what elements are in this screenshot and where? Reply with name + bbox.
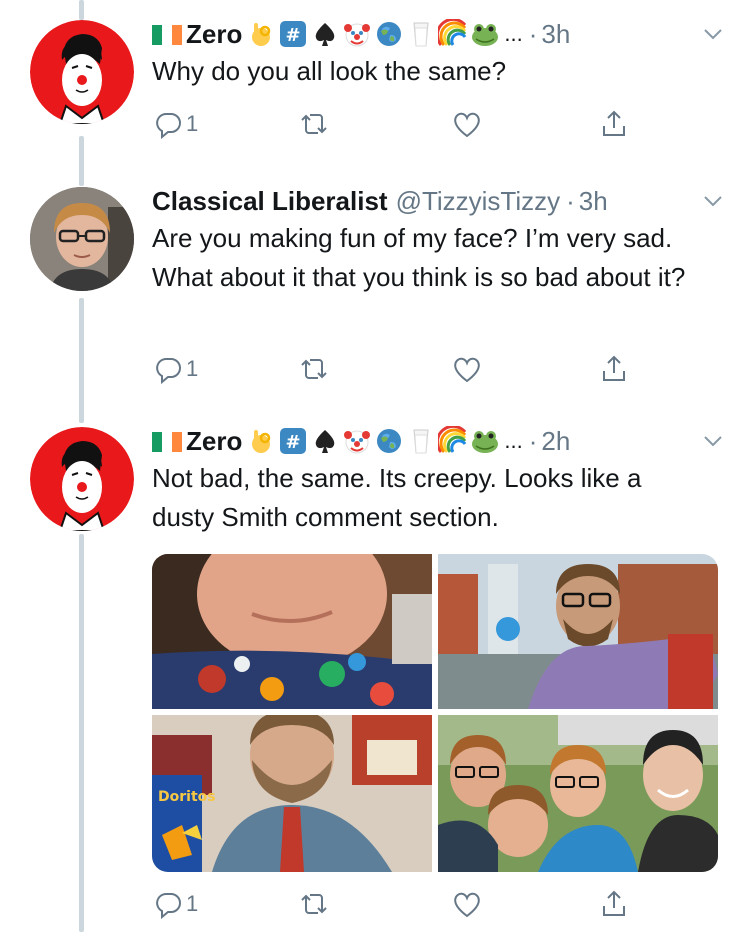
chevron-down-icon[interactable]: [700, 21, 726, 47]
heart-icon: [454, 357, 480, 383]
clown-emoji-icon: [342, 426, 372, 456]
spade-emoji-icon: [310, 426, 340, 456]
heart-icon: [454, 112, 480, 138]
display-name[interactable]: Classical Liberalist: [152, 183, 388, 219]
user-handle[interactable]: @TizzyisTizzy: [396, 183, 561, 219]
tweet-text: Not bad, the same. Its creepy. Looks lik…: [152, 463, 642, 532]
retweet-icon: [301, 359, 327, 379]
avatar[interactable]: [30, 187, 134, 291]
separator: ·: [528, 426, 538, 456]
separator: ·: [528, 19, 538, 49]
rainbow-emoji-icon: [438, 19, 468, 49]
frog-emoji-icon: [470, 19, 500, 49]
retweet-icon: [301, 114, 327, 134]
photo-3[interactable]: Doritos: [152, 715, 432, 872]
retweet-button[interactable]: [298, 349, 330, 389]
globe-emoji-icon: [374, 19, 404, 49]
frog-emoji-icon: [470, 426, 500, 456]
reply-icon: [156, 893, 181, 920]
ok-hand-emoji-icon: [246, 19, 276, 49]
svg-text:#: #: [286, 432, 301, 453]
name-emojis: #: [246, 19, 502, 49]
timestamp[interactable]: 3h: [579, 183, 608, 219]
reply-icon: [156, 358, 181, 385]
share-button[interactable]: [598, 349, 630, 389]
tweet-actions: 1: [152, 884, 642, 924]
retweet-button[interactable]: [298, 884, 330, 924]
separator: ·: [566, 186, 575, 216]
timestamp[interactable]: 3h: [541, 16, 570, 52]
svg-text:#: #: [286, 25, 301, 46]
heart-icon: [454, 892, 480, 918]
reply-count: 1: [186, 356, 199, 381]
share-button[interactable]: [598, 104, 630, 144]
rainbow-emoji-icon: [438, 426, 468, 456]
photo-2[interactable]: [438, 554, 718, 709]
avatar[interactable]: [30, 20, 134, 124]
display-name[interactable]: Zero: [186, 16, 242, 52]
hashtag-emoji-icon: #: [278, 19, 308, 49]
tweet-text: Why do you all look the same?: [152, 56, 507, 86]
reply-count: 1: [186, 111, 199, 136]
photo-1[interactable]: [152, 554, 432, 709]
spade-emoji-icon: [310, 19, 340, 49]
name-ellipsis: ...: [504, 428, 523, 453]
reply-count: 1: [186, 891, 199, 916]
like-button[interactable]: [451, 349, 483, 389]
share-icon: [603, 355, 625, 381]
retweet-button[interactable]: [298, 104, 330, 144]
retweet-icon: [301, 894, 327, 914]
hashtag-emoji-icon: #: [278, 426, 308, 456]
chevron-down-icon[interactable]: [700, 428, 726, 454]
reply-icon: [156, 113, 181, 140]
tweet-text: Are you making fun of my face? I’m very …: [152, 223, 686, 292]
photo-grid: Doritos: [152, 554, 718, 872]
tweet-header: Zero # ... · 3h: [152, 16, 726, 52]
ok-hand-emoji-icon: [246, 426, 276, 456]
display-name[interactable]: Zero: [186, 423, 242, 459]
reply-button[interactable]: 1: [152, 104, 198, 144]
name-ellipsis: ...: [504, 21, 523, 46]
globe-emoji-icon: [374, 426, 404, 456]
thread-view: Zero # ... · 3h Why do you all look the …: [0, 0, 748, 932]
tweet-header: Zero # ... · 2h: [152, 423, 726, 459]
share-icon: [603, 110, 625, 136]
tweet[interactable]: Zero # ... · 2h Not bad, the same. Its c…: [0, 415, 748, 932]
share-button[interactable]: [598, 884, 630, 924]
tweet-actions: 1: [152, 349, 642, 389]
milk-emoji-icon: [406, 426, 436, 456]
tweet[interactable]: Classical Liberalist @TizzyisTizzy · 3h …: [0, 165, 748, 415]
avatar[interactable]: [30, 427, 134, 531]
like-button[interactable]: [451, 884, 483, 924]
milk-emoji-icon: [406, 19, 436, 49]
chevron-down-icon[interactable]: [700, 188, 726, 214]
share-icon: [603, 890, 625, 916]
photo-4[interactable]: [438, 715, 718, 872]
like-button[interactable]: [451, 104, 483, 144]
reply-button[interactable]: 1: [152, 349, 198, 389]
reply-button[interactable]: 1: [152, 884, 198, 924]
svg-text:Doritos: Doritos: [158, 789, 216, 805]
timestamp[interactable]: 2h: [541, 423, 570, 459]
ireland-flag-icon: [152, 25, 182, 45]
name-emojis: #: [246, 426, 502, 456]
clown-emoji-icon: [342, 19, 372, 49]
ireland-flag-icon: [152, 432, 182, 452]
tweet[interactable]: Zero # ... · 3h Why do you all look the …: [0, 0, 748, 165]
tweet-actions: 1: [152, 104, 642, 144]
tweet-header: Classical Liberalist @TizzyisTizzy · 3h: [152, 183, 726, 219]
